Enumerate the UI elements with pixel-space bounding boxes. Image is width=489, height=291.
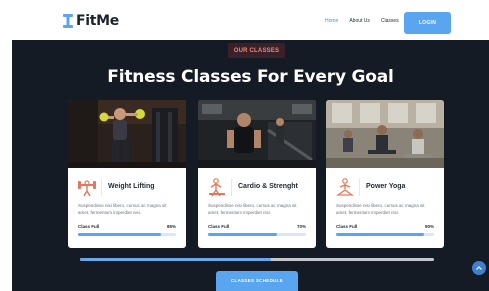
carousel-scrollbar-thumb[interactable] [80, 258, 272, 261]
card-divider [231, 179, 232, 196]
card-percent: 90% [424, 224, 434, 229]
carousel-scrollbar[interactable] [80, 258, 434, 261]
card-description: Suspendisse nisi libero, cursus ac magna… [208, 203, 297, 215]
cardio-icon [209, 178, 225, 197]
card-status: Class Full [336, 224, 358, 229]
capacity-progress-fill [336, 233, 425, 236]
capacity-progress-fill [78, 233, 162, 236]
nav-link-classes[interactable]: Classes [381, 18, 399, 24]
weightlifter-icon [78, 180, 96, 197]
card-title: Weight Lifting [108, 183, 155, 190]
section-title: Fitness Classes For Every Goal [107, 67, 394, 87]
classes-schedule-button[interactable]: CLASSES SCHEDULE [216, 271, 298, 291]
section-badge: OUR CLASSES [228, 43, 285, 58]
capacity-progress-bar [336, 233, 434, 236]
class-card-power-yoga[interactable]: Power Yoga Suspendisse nisi libero, curs… [326, 100, 444, 248]
weight-lifting-photo [68, 100, 186, 168]
card-title: Power Yoga [366, 183, 406, 190]
dumbbell-logo-icon [63, 14, 73, 28]
capacity-progress-fill [208, 233, 277, 236]
capacity-progress-bar [208, 233, 306, 236]
card-description: Suspendisse nisi libero, cursus ac magna… [78, 203, 167, 215]
nav-link-home[interactable]: Home [325, 18, 338, 24]
card-percent: 85% [166, 224, 176, 229]
card-divider [359, 179, 360, 196]
class-card-cardio-strength[interactable]: Cardio & Strenght Suspendisse nisi liber… [198, 100, 316, 248]
card-percent: 70% [296, 224, 306, 229]
cardio-strength-photo [198, 100, 316, 168]
card-status: Class Full [78, 224, 100, 229]
card-title: Cardio & Strenght [238, 183, 298, 190]
classes-section: OUR CLASSES Fitness Classes For Every Go… [12, 40, 489, 291]
main-nav: Home About Us Classes [325, 18, 399, 24]
card-status: Class Full [208, 224, 230, 229]
capacity-progress-bar [78, 233, 176, 236]
card-divider [101, 179, 102, 196]
power-yoga-photo [326, 100, 444, 168]
brand-name: FitMe [76, 13, 119, 29]
chevron-up-icon [476, 266, 482, 270]
card-description: Suspendisse nisi libero, cursus ac magna… [336, 203, 425, 215]
yoga-icon [335, 178, 355, 196]
nav-link-about[interactable]: About Us [349, 18, 370, 24]
class-card-weight-lifting[interactable]: Weight Lifting Suspendisse nisi libero, … [68, 100, 186, 248]
scroll-to-top-button[interactable] [472, 261, 486, 275]
navbar: FitMe Home About Us Classes LOGIN [0, 0, 489, 40]
login-button[interactable]: LOGIN [404, 12, 451, 34]
brand-logo[interactable]: FitMe [62, 11, 119, 31]
